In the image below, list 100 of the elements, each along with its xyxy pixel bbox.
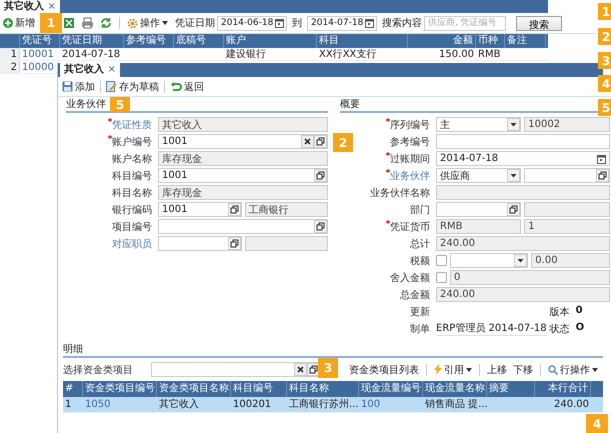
lookup-field[interactable] [158,219,328,234]
lookup-field[interactable] [158,236,242,251]
refresh-icon[interactable] [100,17,112,29]
lookup-field[interactable]: 1001 [158,168,328,183]
table-cell-text: 240.00 [553,398,590,412]
table-row[interactable]: 1 1050 其它收入 100201 工商银行苏州... 100 销售商品 提... 240.00 [63,397,603,413]
step-number-badge: 4 [598,75,611,92]
tab[interactable]: 其它收入 × [0,0,60,13]
column-header[interactable]: 凭证号 [20,34,60,48]
checkbox[interactable] [436,272,447,283]
required-icon [386,152,390,156]
column-header[interactable]: 科目 [317,34,408,48]
clear-button[interactable] [294,363,307,376]
toolbar-button[interactable]: 资金类项目列表 [347,362,421,378]
dropdown-field[interactable] [450,253,528,268]
lookup-field[interactable]: 1001 [158,202,242,217]
field-value: O [576,322,584,334]
field-label: 项目编号 [112,220,152,234]
date-label: 凭证日期 [175,16,215,30]
field-label: 舍入金额 [390,272,430,284]
toolbar-button[interactable]: 下移 [511,362,535,378]
step-number-badge: 4 [586,414,608,433]
calendar-icon[interactable] [365,18,376,28]
caret-icon[interactable] [507,169,520,182]
tab[interactable]: 其它收入 × [60,63,120,77]
field-value: ERP管理员 2014-07-18 [436,321,547,336]
required-icon [108,134,112,138]
field-label: 过账期间 [386,152,430,166]
column-header[interactable]: 账户 [224,34,317,48]
column-header[interactable]: 底稿号 [174,34,224,48]
field-label: 参考编号 [390,136,430,148]
return-arrow-icon [170,82,182,92]
column-header[interactable]: 币种 [476,34,505,48]
caret-icon[interactable] [514,254,528,267]
toolbar-button[interactable]: 引用 [432,362,474,378]
required-icon [108,118,112,122]
lookup-button[interactable] [228,203,240,216]
required-icon [386,118,390,122]
field-label: 科目编号 [112,170,152,182]
new-button[interactable]: 新增 [3,15,35,31]
lookup-button[interactable] [314,135,327,148]
toolbar-button[interactable]: 上移 [485,362,509,378]
date-field[interactable]: 2014-07-18 [307,16,377,30]
dropdown-field[interactable]: 主 [436,117,522,132]
printer-icon[interactable] [81,17,94,29]
lookup-button[interactable] [307,363,320,376]
table-cell[interactable]: 10001 [20,48,60,60]
lookup-button[interactable] [314,220,327,233]
gear-icon [127,18,138,28]
draft-button[interactable]: 存为草稿 [104,78,161,94]
field-label: 更新 [410,306,430,318]
field-label[interactable]: 业务伙伴 [386,168,430,182]
operate-menu-button[interactable]: 操作 [125,15,170,31]
lookup-field[interactable] [524,168,610,183]
date-field[interactable]: 2014-07-18 [436,151,610,166]
save-button[interactable]: 添加 [60,78,97,94]
step-number-badge: 1 [598,3,611,20]
lookup-button[interactable] [507,203,520,216]
field-label: 业务伙伴名称 [370,186,430,200]
field-value: 0 [576,304,583,318]
required-icon [386,220,390,224]
field-label[interactable]: 凭证性质 [108,118,152,132]
table-cell-text: RMB [477,48,502,60]
spreadsheet-icon[interactable] [63,17,75,29]
toolbar-button[interactable]: 行操作 [546,362,600,378]
date-field[interactable]: 2014-06-18 [217,16,287,30]
search-button[interactable]: 搜索 [516,16,562,30]
calendar-icon[interactable] [596,154,607,164]
table-cell-text: 建设银行 [225,48,267,60]
table-cell-text: 1 [64,398,72,412]
step-number-badge: 3 [598,52,611,69]
text-field[interactable] [436,134,610,149]
dropdown-field[interactable]: 供应商 [436,168,522,183]
search-field[interactable]: 供应商, 凭证编号 [424,16,506,30]
checkbox[interactable] [436,255,447,266]
field-label: 账户编号 [108,134,152,148]
lookup-button[interactable] [314,169,327,182]
lookup-field[interactable] [436,202,522,217]
to-label: 到 [292,17,302,30]
column-header[interactable]: 金额 [408,34,476,48]
field-label: 总计 [410,238,430,250]
field-label: 制单 [410,322,430,336]
caret-icon [466,368,472,372]
step-number-badge: 3 [318,358,338,378]
back-button[interactable]: 返回 [168,78,206,94]
lookup-field[interactable] [151,362,321,377]
lookup-button[interactable] [228,237,240,250]
column-header[interactable]: 参考编号 [124,34,174,48]
lookup-button[interactable] [596,169,609,182]
field-label[interactable]: 对应职员 [112,236,152,250]
clear-button[interactable] [301,135,314,148]
lookup-field[interactable]: 1001 [158,134,328,149]
lightning-icon [434,364,442,375]
calendar-icon[interactable] [275,18,286,28]
section-title: 明细 [63,344,603,358]
caret-icon[interactable] [507,118,520,131]
column-header[interactable]: 凭证日期 [60,34,124,48]
column-header[interactable]: 备注 [505,34,546,48]
picker-label: 选择资金类项目 [63,364,134,376]
table-cell[interactable]: 10000 [20,61,60,73]
